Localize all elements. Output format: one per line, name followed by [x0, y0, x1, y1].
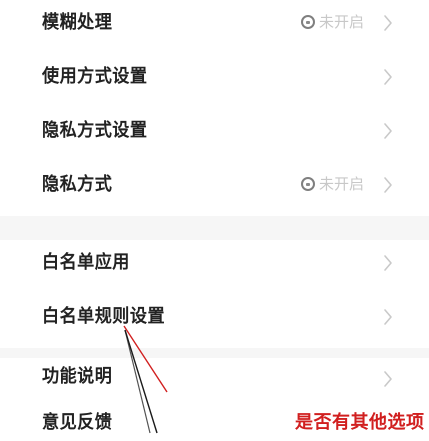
settings-item-label: 白名单规则设置	[42, 306, 166, 327]
toggle-switch[interactable]: 未开启	[301, 12, 377, 36]
toggle-status-text: 未开启	[319, 13, 365, 31]
settings-item-privacy-toggle[interactable]: 隐私方式 未开启	[0, 162, 429, 216]
settings-item-label: 使用方式设置	[42, 66, 148, 87]
chevron-right-icon	[383, 68, 393, 86]
settings-item-label: 功能说明	[42, 366, 113, 387]
section-divider	[0, 216, 429, 240]
settings-item-privacy-method[interactable]: 隐私方式设置	[0, 108, 429, 162]
chevron-right-icon	[383, 14, 393, 32]
chevron-right-icon	[383, 254, 393, 272]
settings-item-label: 意见反馈	[42, 412, 113, 433]
annotation-note: 是否有其他选项	[295, 412, 425, 433]
toggle-switch[interactable]: 未开启	[301, 174, 377, 198]
toggle-knob-icon	[301, 177, 315, 191]
settings-item-label: 白名单应用	[42, 252, 130, 273]
section-divider	[0, 348, 429, 358]
chevron-right-icon	[383, 370, 393, 388]
chevron-right-icon	[383, 176, 393, 194]
settings-item-whitelist-rules[interactable]: 白名单规则设置	[0, 294, 429, 348]
settings-item-blur[interactable]: 模糊处理 未开启	[0, 0, 429, 54]
chevron-right-icon	[383, 122, 393, 140]
settings-item-usage-method[interactable]: 使用方式设置	[0, 54, 429, 108]
settings-item-feature-intro[interactable]: 功能说明	[0, 358, 429, 404]
settings-list: 模糊处理 未开启 使用方式设置 隐私方式设置 隐私方式 未开启 白名单应用 白名…	[0, 0, 429, 441]
chevron-right-icon	[383, 308, 393, 326]
settings-item-label: 隐私方式	[42, 174, 113, 195]
toggle-knob-icon	[301, 15, 315, 29]
toggle-status-text: 未开启	[319, 175, 365, 193]
settings-item-whitelist-apps[interactable]: 白名单应用	[0, 240, 429, 294]
settings-item-label: 模糊处理	[42, 12, 113, 33]
settings-item-label: 隐私方式设置	[42, 120, 148, 141]
